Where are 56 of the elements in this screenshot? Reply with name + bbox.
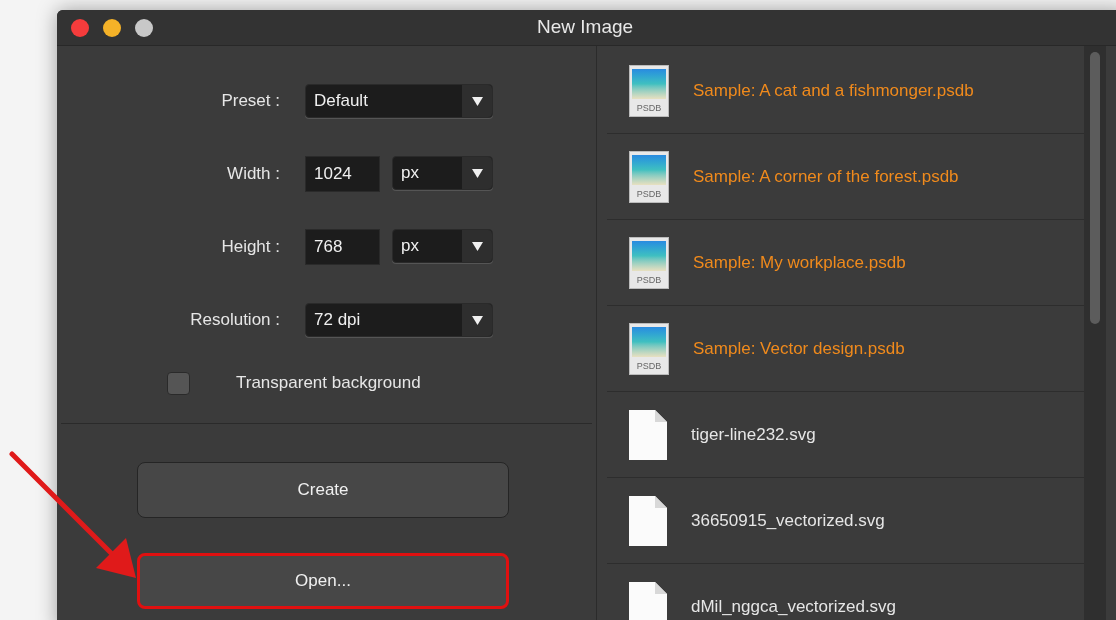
file-name: Sample: Vector design.psdb [693,337,905,360]
blank-document-icon [629,495,667,546]
dropdown-caret-icon [471,96,483,106]
dialog-button[interactable]: Open... [137,553,509,609]
number-input[interactable]: 768 [305,229,380,265]
field-label: Resolution : [189,309,281,332]
file-name: Sample: My workplace.psdb [693,251,906,274]
file-list-item[interactable]: dMil_nggca_vectorized.svg [607,564,1084,620]
file-list-item[interactable]: 36650915_vectorized.svg [607,478,1084,564]
field-label: Preset : [220,90,281,113]
dropdown-value: 72 dpi [313,309,362,332]
file-type-label: PSDB [636,359,662,372]
beach-photo-placeholder [632,154,666,185]
file-type-label: PSDB [636,273,662,286]
file-name: Sample: A corner of the forest.psdb [693,165,959,188]
blank-document-icon [629,581,667,620]
file-name: dMil_nggca_vectorized.svg [691,595,897,618]
file-list-item[interactable]: PSDB Sample: A cat and a fishmonger.psdb [607,48,1084,134]
dropdown-arrow-button[interactable] [462,230,492,262]
close-icon[interactable] [71,18,89,37]
field-label: Height : [220,236,281,259]
file-name: 36650915_vectorized.svg [691,509,885,532]
dropdown[interactable]: px [392,156,493,190]
file-list-item[interactable]: PSDB Sample: A corner of the forest.psdb [607,134,1084,220]
file-list-item[interactable]: PSDB Sample: My workplace.psdb [607,220,1084,306]
field-label: Width : [226,163,281,186]
window-title: New Image [537,15,634,40]
scrollbar-thumb[interactable] [1090,52,1100,324]
checkbox-label: Transparent background [236,372,421,395]
dropdown-arrow-button[interactable] [462,304,492,336]
blank-document-icon [629,409,667,460]
dropdown[interactable]: 72 dpi [305,303,493,337]
dropdown-caret-icon [471,168,483,178]
file-name: tiger-line232.svg [691,423,816,446]
beach-photo-placeholder [632,68,666,99]
beach-photo-placeholder [632,240,666,271]
file-list-item[interactable]: PSDB Sample: Vector design.psdb [607,306,1084,392]
dropdown-value: Default [313,90,369,113]
file-type-label: PSDB [636,187,662,200]
dropdown-caret-icon [471,241,483,251]
file-name: Sample: A cat and a fishmonger.psdb [693,79,974,102]
file-list-item[interactable]: tiger-line232.svg [607,392,1084,478]
dropdown-caret-icon [471,315,483,325]
dropdown-arrow-button[interactable] [462,85,492,117]
dropdown-value: px [400,235,420,258]
dropdown[interactable]: Default [305,84,493,118]
dropdown-arrow-button[interactable] [462,157,492,189]
dialog-button[interactable]: Create [137,462,509,518]
checkbox[interactable] [167,371,190,395]
zoom-icon[interactable] [135,18,153,37]
dropdown[interactable]: px [392,229,493,263]
beach-photo-placeholder [632,326,666,357]
number-input[interactable]: 1024 [305,156,380,192]
minimize-icon[interactable] [103,18,121,37]
dropdown-value: px [400,162,420,185]
file-type-label: PSDB [636,101,662,114]
